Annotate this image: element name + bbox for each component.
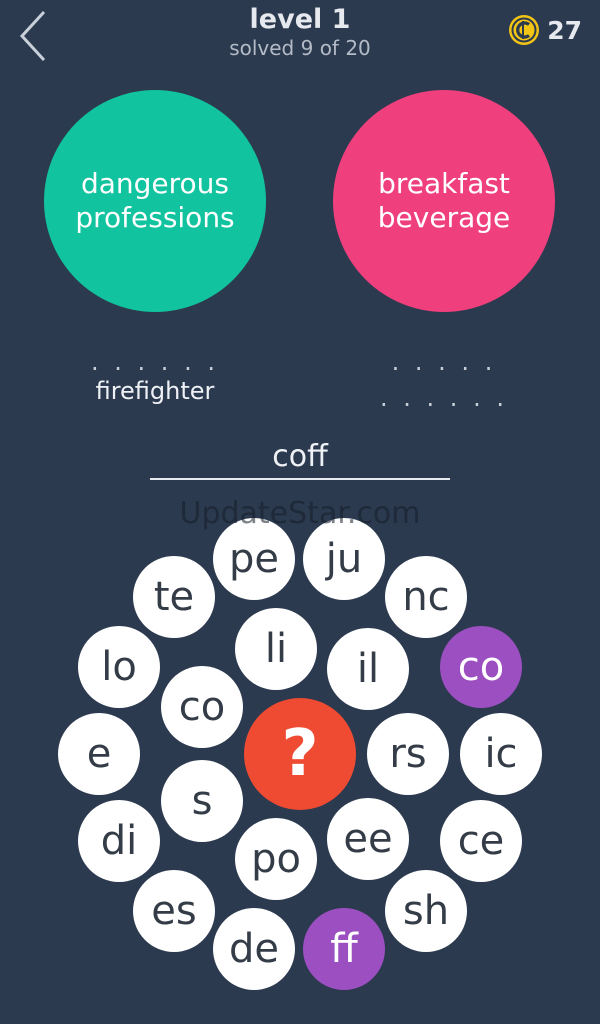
coin-icon xyxy=(509,15,540,45)
tile-nc[interactable]: nc xyxy=(385,556,467,638)
coin-count: 27 xyxy=(547,15,582,45)
tile-e[interactable]: e xyxy=(58,713,140,795)
watermark: UpdateStar.com xyxy=(179,496,421,531)
category-label-line: beverage xyxy=(377,201,511,234)
category-dangerous-professions[interactable]: dangerous professions xyxy=(44,90,266,312)
category-label-line: breakfast xyxy=(378,167,510,200)
tile-ic[interactable]: ic xyxy=(460,713,542,795)
tile-ce[interactable]: ce xyxy=(440,800,522,882)
tile-co[interactable]: co xyxy=(161,666,243,748)
category-label-line: professions xyxy=(75,201,235,234)
current-word: coff xyxy=(272,439,328,474)
tile-pe[interactable]: pe xyxy=(213,518,295,600)
input-underline xyxy=(150,478,450,480)
answer-slot-unsolved: . . . . . xyxy=(391,348,497,376)
tile-il[interactable]: il xyxy=(327,628,409,710)
tile-li[interactable]: li xyxy=(235,608,317,690)
tile-te[interactable]: te xyxy=(133,556,215,638)
answer-slot-unsolved: . . . . . . xyxy=(91,348,219,376)
tile-di[interactable]: di xyxy=(78,800,160,882)
category-breakfast-beverage[interactable]: breakfast beverage xyxy=(333,90,555,312)
tile-co-selected[interactable]: co xyxy=(440,626,522,708)
tile-lo[interactable]: lo xyxy=(78,626,160,708)
tile-ju[interactable]: ju xyxy=(303,518,385,600)
answer-slot-unsolved: . . . . . . xyxy=(380,384,508,412)
tile-s[interactable]: s xyxy=(161,760,243,842)
category-label-line: dangerous xyxy=(80,167,230,200)
answer-solved: firefighter xyxy=(95,377,215,405)
tile-rs[interactable]: rs xyxy=(367,713,449,795)
tile-de[interactable]: de xyxy=(213,908,295,990)
tile-ff-selected[interactable]: ff xyxy=(303,908,385,990)
tile-sh[interactable]: sh xyxy=(385,870,467,952)
tile-po[interactable]: po xyxy=(235,818,317,900)
coin-balance[interactable]: 27 xyxy=(507,12,582,48)
hint-button[interactable]: ? xyxy=(244,698,356,810)
question-mark-icon: ? xyxy=(281,717,319,791)
tile-es[interactable]: es xyxy=(133,870,215,952)
tile-ee[interactable]: ee xyxy=(327,798,409,880)
